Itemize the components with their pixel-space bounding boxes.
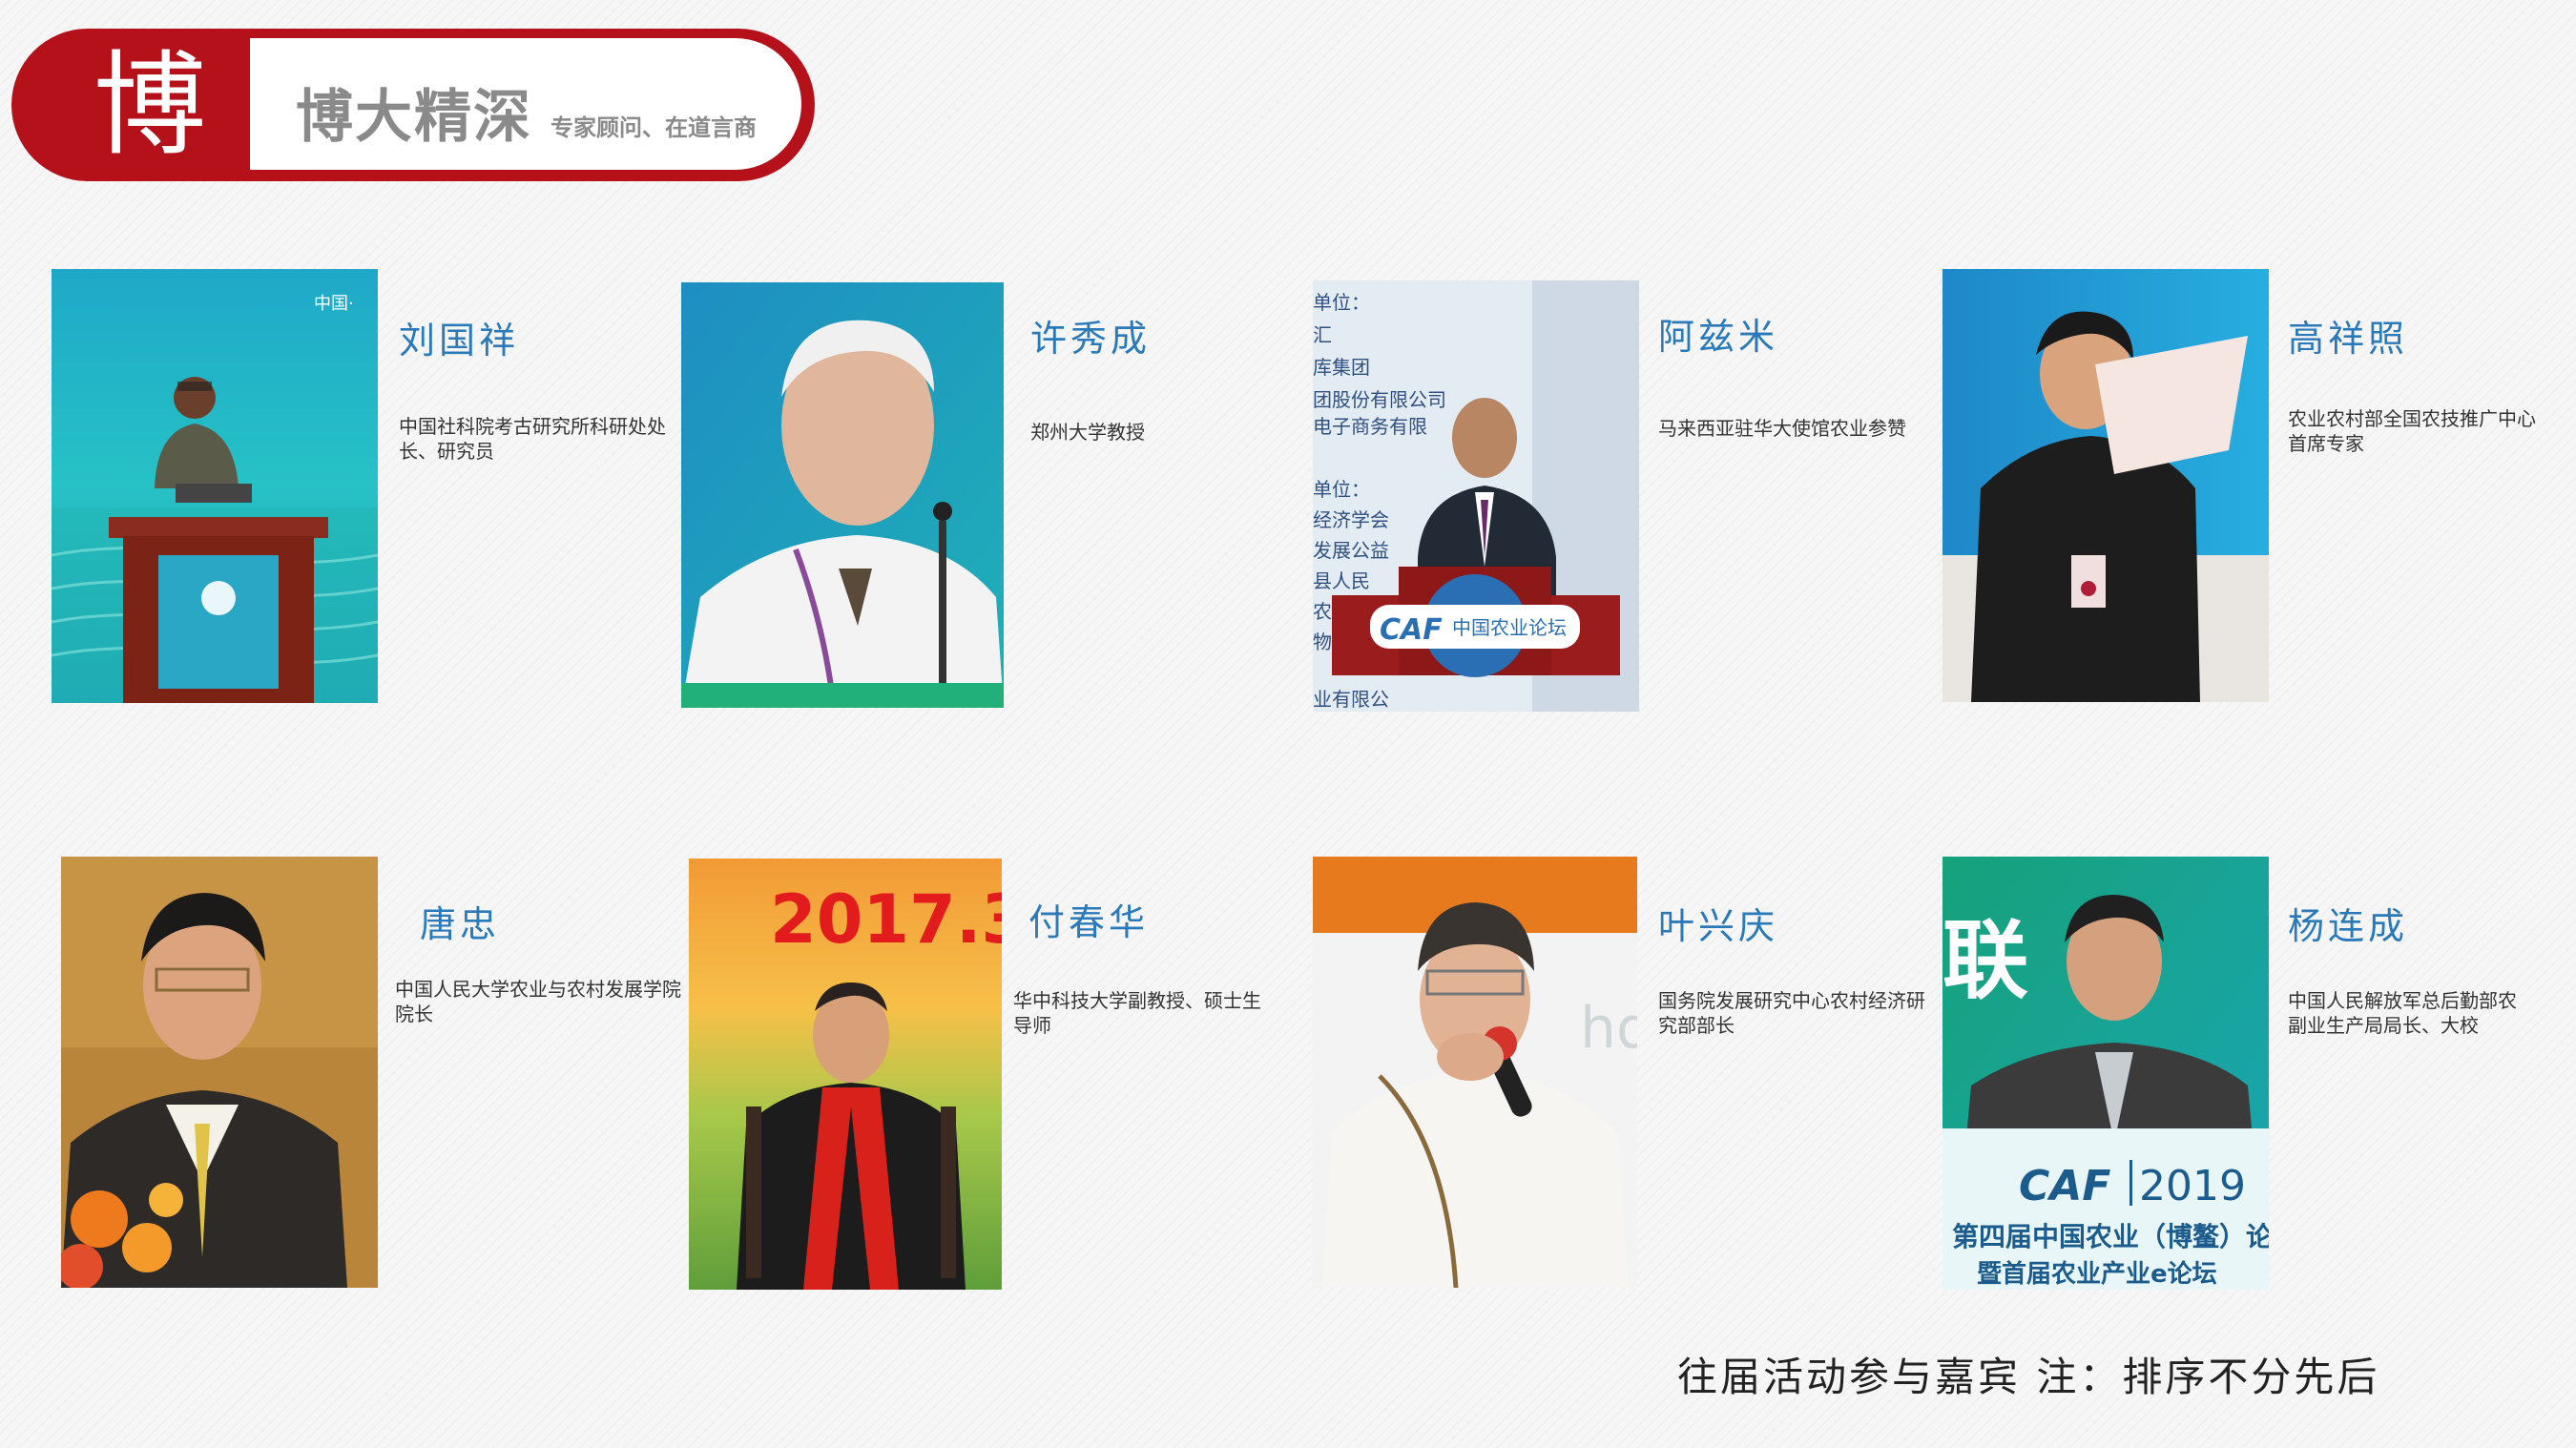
sign-text: 县人民 — [1313, 569, 1370, 592]
guest-name: 刘国祥 — [399, 320, 520, 362]
sign-text: 发展公益 — [1313, 539, 1389, 562]
sign-text: 库集团 — [1313, 356, 1370, 379]
sign-text: 经济学会 — [1313, 508, 1389, 531]
footer-note: 往届活动参与嘉宾 注：排序不分先后 — [1677, 1354, 2380, 1400]
guest-title: 中国社科院考古研究所科研处处长、研究员 — [399, 415, 666, 463]
header-title-panel: 博大精深 专家顾问、在道言商 — [250, 38, 801, 170]
guest-name: 杨连成 — [2288, 905, 2409, 947]
sign-text: 单位： — [1313, 291, 1370, 314]
guest-title: 中国人民大学农业与农村发展学院院长 — [395, 978, 681, 1025]
header-subtitle: 专家顾问、在道言商 — [551, 114, 757, 141]
backdrop-char: 联 — [1942, 911, 2028, 1011]
guest-title: 马来西亚驻华大使馆农业参赞 — [1658, 417, 1906, 440]
guest-title: 农业农村部全国农技推广中心首席专家 — [2288, 407, 2536, 455]
guest-photo-azmi: 单位： 汇 库集团 团股份有限公司 电子商务有限 单位： 经济学会 发展公益 县… — [1313, 280, 1639, 712]
guest-photo-gao-xiangzhao — [1942, 269, 2269, 702]
guest-name: 阿兹米 — [1658, 316, 1779, 358]
guest-photo-tang-zhong — [61, 857, 378, 1288]
sign-text: 物 — [1313, 631, 1332, 653]
guest-title: 华中科技大学副教授、硕士生导师 — [1013, 989, 1261, 1037]
sign-text: 业有限公 — [1313, 688, 1389, 711]
sign-text: 汇 — [1313, 323, 1332, 346]
guest-photo-yang-liancheng: 联 CAF 2019 第四届中国农业（博鳌）论 暨首届农业产业e论坛 — [1942, 857, 2269, 1290]
caf-year: 2019 — [2139, 1162, 2246, 1210]
sign-text: 团股份有限公司 — [1313, 388, 1446, 411]
backdrop-text: hd — [1580, 995, 1637, 1062]
sign-text: 单位： — [1313, 478, 1370, 501]
header-char: 博 — [93, 39, 206, 171]
guest-name: 唐忠 — [420, 903, 501, 945]
guest-photo-fu-chunhua: 2017.3 — [689, 858, 1002, 1290]
guest-title: 国务院发展研究中心农村经济研究部部长 — [1658, 989, 1925, 1037]
guest-name: 付春华 — [1028, 901, 1150, 943]
section-header-badge: 博 博大精深 专家顾问、在道言商 — [11, 29, 815, 181]
guest-photo-xu-xiucheng — [681, 282, 1004, 708]
guest-title: 郑州大学教授 — [1030, 421, 1145, 444]
guest-name: 叶兴庆 — [1658, 905, 1779, 947]
forum-line1: 第四届中国农业（博鳌）论 — [1952, 1221, 2269, 1252]
header-title: 博大精深 — [296, 84, 532, 151]
caf-logo: CAF — [2019, 1162, 2110, 1210]
photo1-banner-text: 中国· — [314, 294, 354, 314]
forum-line2: 暨首届农业产业e论坛 — [1977, 1259, 2217, 1289]
guest-name: 高祥照 — [2288, 318, 2409, 360]
podium-logo: CAF — [1380, 613, 1443, 647]
banner-text: 2017.3 — [770, 880, 1002, 959]
guest-photo-liu-guoxiang: 中国· — [52, 269, 378, 703]
guest-photo-ye-xingqing: hd — [1313, 857, 1637, 1288]
guest-title: 中国人民解放军总后勤部农副业生产局局长、大校 — [2288, 989, 2517, 1037]
podium-text: 中国农业论坛 — [1452, 616, 1567, 639]
sign-text: 电子商务有限 — [1313, 415, 1427, 438]
guest-name: 许秀成 — [1030, 318, 1152, 360]
